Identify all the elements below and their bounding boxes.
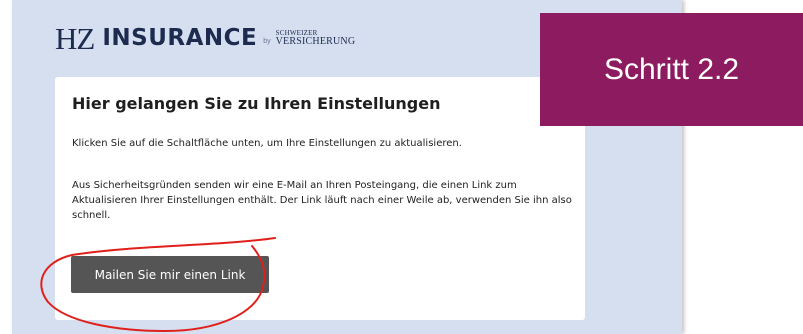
card-intro-text: Klicken Sie auf die Schaltfläche unten, …: [72, 138, 462, 149]
logo-subbrand: SCHWEIZER VERSICHERUNG: [275, 29, 356, 47]
card-title: Hier gelangen Sie zu Ihren Einstellungen: [72, 94, 441, 113]
card-security-text: Aus Sicherheitsgründen senden wir eine E…: [72, 180, 572, 221]
logo-sub-line2: VERSICHERUNG: [275, 35, 356, 47]
logo-mark: HZ: [55, 20, 95, 56]
step-badge: Schritt 2.2: [540, 13, 803, 126]
logo-by-text: by: [263, 37, 271, 45]
mail-me-link-button[interactable]: Mailen Sie mir einen Link: [71, 256, 269, 293]
screenshot-stage: HZ INSURANCE by SCHWEIZER VERSICHERUNG H…: [0, 0, 803, 334]
logo-wordmark: INSURANCE: [102, 24, 258, 51]
hz-insurance-logo: HZ INSURANCE by SCHWEIZER VERSICHERUNG: [55, 22, 355, 54]
settings-card: Hier gelangen Sie zu Ihren Einstellungen…: [55, 77, 585, 320]
